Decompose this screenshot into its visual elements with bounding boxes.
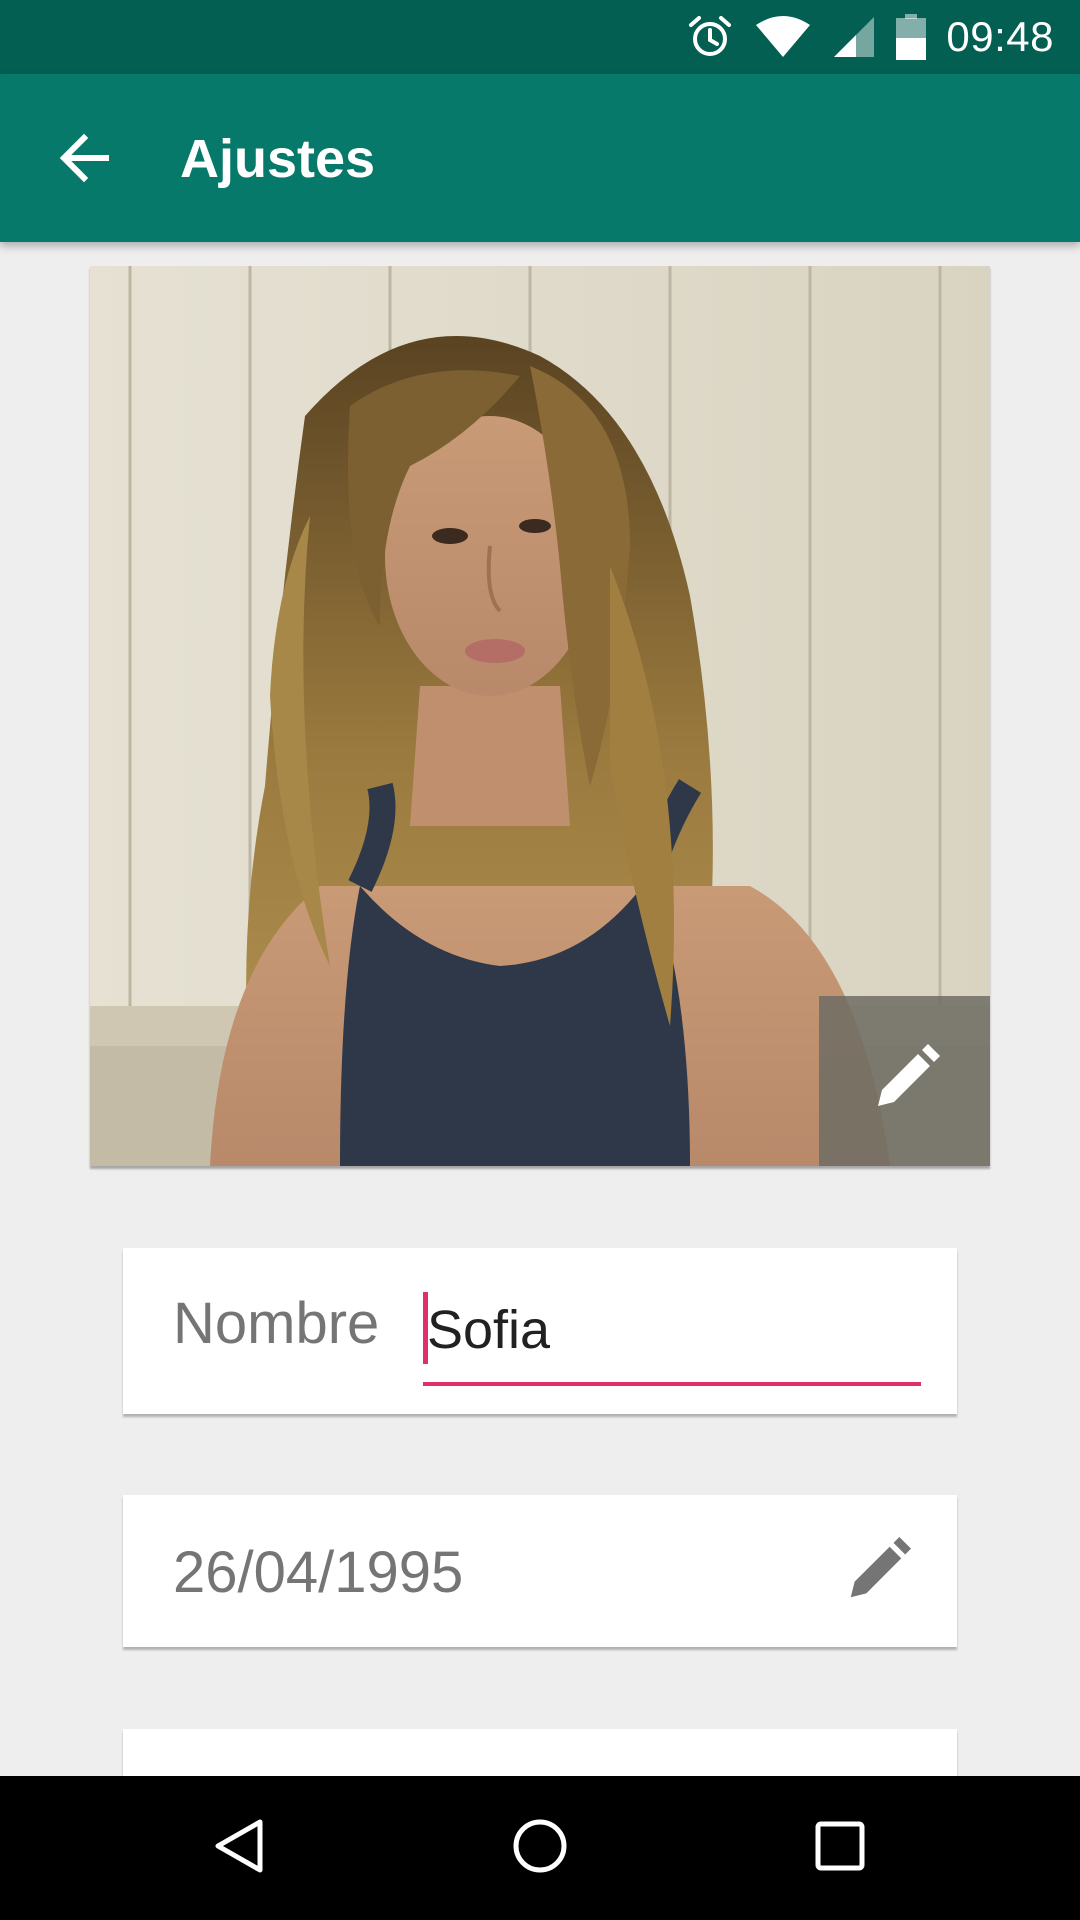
name-input-container <box>423 1282 925 1386</box>
status-bar: 09:48 <box>0 0 1080 74</box>
birthdate-edit-button[interactable] <box>837 1533 917 1613</box>
birthdate-card[interactable]: 26/04/1995 <box>123 1495 957 1647</box>
nav-back-button[interactable] <box>190 1798 290 1898</box>
app-bar: Ajustes <box>0 74 1080 242</box>
alarm-icon <box>686 13 734 61</box>
arrow-back-icon <box>56 130 112 191</box>
settings-screen: 09:48 Ajustes Nombre Sofia 26/04/1995 <box>0 0 1080 1920</box>
cell-signal-icon <box>832 15 876 59</box>
name-label: Nombre <box>173 1291 380 1356</box>
nav-home-icon <box>510 1816 570 1881</box>
name-input[interactable] <box>423 1282 925 1378</box>
nav-recents-button[interactable] <box>790 1798 890 1898</box>
page-title: Ajustes <box>180 129 376 189</box>
nav-home-button[interactable] <box>490 1798 590 1898</box>
profile-photo[interactable] <box>90 266 990 1166</box>
navigation-bar <box>0 1776 1080 1920</box>
back-button[interactable] <box>36 112 132 208</box>
name-card: Nombre <box>123 1248 957 1414</box>
text-cursor <box>423 1292 428 1364</box>
nav-back-icon <box>210 1816 270 1881</box>
nav-recents-icon <box>812 1818 868 1879</box>
birthdate-value: 26/04/1995 <box>173 1540 464 1605</box>
battery-icon <box>896 14 927 60</box>
photo-edit-button[interactable] <box>819 996 990 1166</box>
pencil-icon <box>843 1536 911 1610</box>
status-time: 09:48 <box>946 13 1054 60</box>
status-icons: 09:48 <box>686 0 1054 74</box>
wifi-icon <box>754 15 812 59</box>
pencil-icon <box>870 1043 940 1119</box>
